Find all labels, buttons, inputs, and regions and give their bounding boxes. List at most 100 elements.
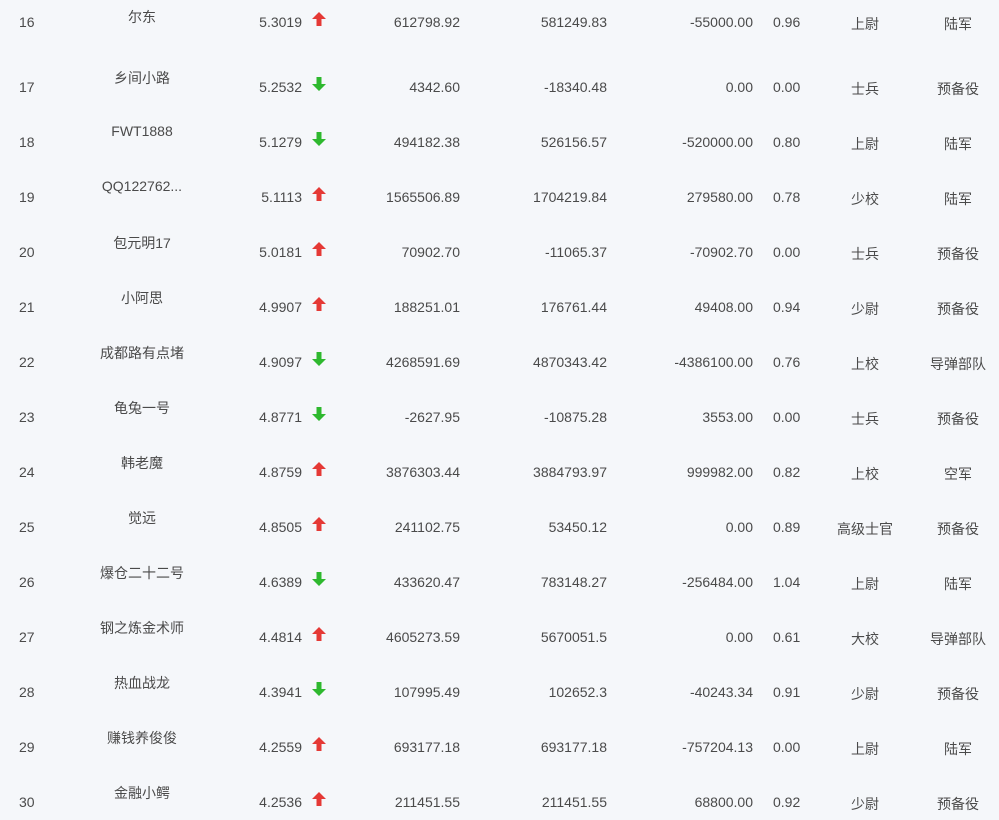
rank-number: 18 [19, 134, 35, 150]
player-name-link[interactable]: 赚钱养俊俊 [62, 728, 222, 748]
value-2: 102652.3 [548, 684, 607, 700]
arrow-up-icon [312, 792, 326, 806]
value-1: -2627.95 [404, 409, 460, 425]
military-rank: 大校 [851, 631, 879, 647]
value-1: 433620.47 [393, 574, 460, 590]
value-2: 5670051.5 [540, 629, 607, 645]
arrow-up-icon [312, 297, 326, 311]
rank-number: 25 [19, 519, 35, 535]
table-row[interactable]: 18 FWT1888 5.1279 494182.38 526156.57 -5… [0, 105, 999, 160]
value-3: 0.00 [725, 79, 753, 95]
table-row[interactable]: 20 包元明17 5.0181 70902.70 -11065.37 -7090… [0, 215, 999, 270]
score-value: 4.2559 [259, 739, 302, 755]
military-rank: 上尉 [851, 136, 879, 152]
rank-number: 23 [19, 409, 35, 425]
rank-number: 27 [19, 629, 35, 645]
table-row[interactable]: 28 热血战龙 4.3941 107995.49 102652.3 -40243… [0, 655, 999, 710]
player-name-link[interactable]: 韩老魔 [62, 453, 222, 473]
military-rank: 少校 [851, 191, 879, 207]
value-2: 783148.27 [540, 574, 607, 590]
military-unit: 预备役 [937, 246, 979, 262]
value-1: 241102.75 [394, 519, 460, 535]
ratio-value: 0.78 [773, 189, 801, 205]
score-value: 4.8759 [259, 464, 302, 480]
table-row[interactable]: 17 乡间小路 5.2532 4342.60 -18340.48 0.00 0.… [0, 50, 999, 105]
value-3: 49408.00 [694, 299, 753, 315]
military-unit: 预备役 [937, 81, 979, 97]
ratio-value: 0.94 [773, 299, 801, 315]
table-row[interactable]: 23 龟兔一号 4.8771 -2627.95 -10875.28 3553.0… [0, 380, 999, 435]
score-value: 4.8505 [259, 519, 302, 535]
military-rank: 少尉 [851, 301, 879, 317]
ratio-value: 0.96 [773, 14, 801, 30]
ratio-value: 0.00 [773, 409, 801, 425]
military-unit: 预备役 [937, 796, 979, 812]
score-value: 4.9907 [259, 299, 302, 315]
military-unit: 陆军 [944, 741, 972, 757]
score-value: 5.2532 [259, 79, 302, 95]
value-1: 3876303.44 [386, 464, 460, 480]
player-name-link[interactable]: FWT1888 [62, 123, 222, 139]
value-2: 211451.55 [541, 794, 607, 810]
player-name-link[interactable]: 乡间小路 [62, 68, 222, 88]
value-3: -757204.13 [682, 739, 753, 755]
table-row[interactable]: 25 觉远 4.8505 241102.75 53450.12 0.00 0.8… [0, 490, 999, 545]
rank-number: 21 [19, 299, 35, 315]
value-3: 68800.00 [694, 794, 753, 810]
player-name-link[interactable]: 包元明17 [62, 233, 222, 253]
table-row[interactable]: 21 小阿思 4.9907 188251.01 176761.44 49408.… [0, 270, 999, 325]
military-rank: 上尉 [851, 16, 879, 32]
value-3: -55000.00 [689, 14, 753, 30]
value-2: 4870343.42 [533, 354, 607, 370]
table-row[interactable]: 22 成都路有点堵 4.9097 4268591.69 4870343.42 -… [0, 325, 999, 380]
table-row[interactable]: 26 爆仓二十二号 4.6389 433620.47 783148.27 -25… [0, 545, 999, 600]
value-3: -256484.00 [682, 574, 753, 590]
table-row[interactable]: 30 金融小鳄 4.2536 211451.55 211451.55 68800… [0, 765, 999, 820]
value-2: -10875.28 [543, 409, 607, 425]
value-1: 494182.38 [393, 134, 460, 150]
value-1: 693177.18 [393, 739, 460, 755]
table-row[interactable]: 16 尔东 5.3019 612798.92 581249.83 -55000.… [0, 0, 999, 50]
value-3: -40243.34 [689, 684, 753, 700]
table-row[interactable]: 27 钢之炼金术师 4.4814 4605273.59 5670051.5 0.… [0, 600, 999, 655]
player-name-link[interactable]: 爆仓二十二号 [62, 563, 222, 583]
player-name-link[interactable]: 尔东 [62, 7, 222, 27]
table-row[interactable]: 19 QQ122762... 5.1113 1565506.89 1704219… [0, 160, 999, 215]
ratio-value: 0.92 [773, 794, 801, 810]
player-name-link[interactable]: 金融小鳄 [62, 783, 222, 803]
score-value: 5.3019 [259, 14, 302, 30]
player-name-link[interactable]: 钢之炼金术师 [62, 618, 222, 638]
ratio-value: 0.61 [773, 629, 801, 645]
value-3: 3553.00 [702, 409, 753, 425]
player-name-link[interactable]: 觉远 [62, 508, 222, 528]
military-unit: 预备役 [937, 521, 979, 537]
player-name-link[interactable]: QQ122762... [62, 178, 222, 194]
table-row[interactable]: 29 赚钱养俊俊 4.2559 693177.18 693177.18 -757… [0, 710, 999, 765]
rank-number: 19 [19, 189, 35, 205]
arrow-down-icon [312, 352, 326, 366]
value-1: 612798.92 [393, 14, 460, 30]
player-name-link[interactable]: 热血战龙 [62, 673, 222, 693]
value-3: 999982.00 [686, 464, 753, 480]
value-1: 70902.70 [401, 244, 460, 260]
player-name-link[interactable]: 龟兔一号 [62, 398, 222, 418]
score-value: 5.1113 [261, 189, 302, 205]
ratio-value: 1.04 [773, 574, 801, 590]
rank-number: 26 [19, 574, 35, 590]
value-3: -4386100.00 [674, 354, 753, 370]
table-row[interactable]: 24 韩老魔 4.8759 3876303.44 3884793.97 9999… [0, 435, 999, 490]
arrow-down-icon [312, 682, 326, 696]
rank-number: 16 [19, 14, 35, 30]
arrow-down-icon [312, 132, 326, 146]
rank-number: 29 [19, 739, 35, 755]
ratio-value: 0.76 [773, 354, 801, 370]
arrow-up-icon [312, 242, 326, 256]
player-name-link[interactable]: 小阿思 [62, 288, 222, 308]
value-1: 107995.49 [393, 684, 460, 700]
military-rank: 士兵 [851, 411, 879, 427]
value-2: 53450.12 [548, 519, 607, 535]
score-value: 4.6389 [259, 574, 302, 590]
ratio-value: 0.80 [773, 134, 801, 150]
player-name-link[interactable]: 成都路有点堵 [62, 343, 222, 363]
military-rank: 高级士官 [837, 521, 893, 537]
